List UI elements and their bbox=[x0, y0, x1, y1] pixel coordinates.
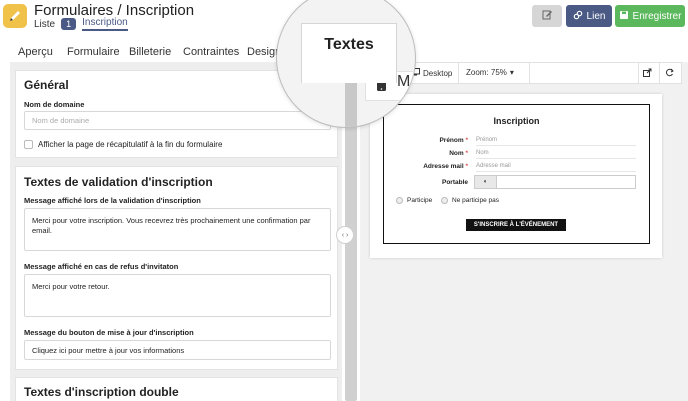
validation-heading: Textes de validation d'inscription bbox=[24, 175, 213, 189]
tab-apercu[interactable]: Aperçu bbox=[18, 46, 53, 58]
msg2-textarea[interactable]: Merci pour votre retour. bbox=[24, 274, 331, 317]
general-heading: Général bbox=[24, 78, 69, 92]
domain-label: Nom de domaine bbox=[24, 100, 85, 109]
lastname-input[interactable]: Nom bbox=[476, 150, 636, 159]
msg1-textarea[interactable]: Merci pour votre inscription. Vous recev… bbox=[24, 208, 331, 251]
recap-label: Afficher la page de récapitulatif à la f… bbox=[38, 140, 223, 149]
double-heading: Textes d'inscription double bbox=[24, 385, 179, 399]
lastname-label: Nom * bbox=[449, 150, 468, 157]
double-card: Textes d'inscription double bbox=[15, 377, 338, 401]
radio-ne-participe-pas-label: Ne participe pas bbox=[452, 197, 499, 204]
refresh-icon[interactable] bbox=[665, 68, 674, 77]
phone-input[interactable]: ◐ bbox=[474, 175, 636, 189]
msg3-input[interactable]: Cliquez ici pour mettre à jour vos infor… bbox=[24, 340, 331, 360]
toolbar-divider bbox=[529, 63, 530, 83]
toolbar-divider bbox=[659, 63, 660, 83]
link-icon bbox=[573, 10, 583, 23]
link-button[interactable]: Lien bbox=[566, 5, 612, 27]
form-title: Inscription bbox=[493, 116, 540, 126]
domain-input[interactable]: Nom de domaine bbox=[24, 111, 331, 130]
firstname-label: Prénom * bbox=[439, 137, 468, 144]
caret-down-icon: ▾ bbox=[509, 68, 514, 77]
zoom-dropdown[interactable]: Zoom: 75% ▾ bbox=[466, 68, 514, 77]
msg3-label: Message du bouton de mise à jour d'inscr… bbox=[24, 328, 194, 337]
form-preview: Inscription Prénom * Prénom Nom * Nom Ad… bbox=[370, 94, 662, 258]
floppy-icon bbox=[619, 10, 629, 23]
preview-toolbar: Desktop Zoom: 75% ▾ bbox=[370, 62, 682, 84]
toolbar-divider bbox=[638, 63, 639, 83]
edit-button[interactable] bbox=[532, 5, 562, 27]
desktop-label: Desktop bbox=[423, 68, 453, 78]
msg2-label: Message affiché en cas de refus d'invita… bbox=[24, 262, 179, 271]
email-label: Adresse mail * bbox=[423, 163, 468, 170]
flag-icon[interactable]: ◐ bbox=[475, 176, 497, 188]
phone-label: Portable bbox=[441, 179, 468, 186]
radio-participe-label: Participe bbox=[407, 197, 433, 204]
tab-formulaire[interactable]: Formulaire bbox=[67, 46, 120, 58]
save-button[interactable]: Enregistrer bbox=[615, 5, 685, 27]
toolbar-divider bbox=[458, 63, 459, 83]
share-icon[interactable] bbox=[643, 68, 652, 77]
email-input[interactable]: Adresse mail bbox=[476, 163, 636, 172]
magnified-text-fragment: M bbox=[397, 73, 411, 90]
save-label: Enregistrer bbox=[632, 10, 682, 22]
resize-handle-icon[interactable]: ‹ › bbox=[336, 226, 354, 244]
pencil-icon bbox=[3, 4, 27, 28]
validation-card: Textes de validation d'inscription Messa… bbox=[15, 166, 338, 370]
link-label: Lien bbox=[586, 10, 606, 22]
edit-icon bbox=[542, 9, 553, 23]
tab-contraintes[interactable]: Contraintes bbox=[183, 46, 239, 58]
zoom-label: Zoom: 75% bbox=[466, 68, 507, 77]
breadcrumb-liste[interactable]: Liste bbox=[34, 19, 55, 30]
submit-button[interactable]: S'INSCRIRE À L'ÉVÉNEMENT bbox=[466, 219, 566, 231]
breadcrumb-current[interactable]: Inscription bbox=[82, 17, 128, 31]
tab-textes-label[interactable]: Textes bbox=[301, 36, 397, 54]
breadcrumb: Liste 1 Inscription bbox=[34, 17, 128, 31]
count-badge: 1 bbox=[61, 18, 77, 30]
recap-checkbox[interactable] bbox=[24, 140, 33, 149]
form-frame: Inscription Prénom * Prénom Nom * Nom Ad… bbox=[383, 104, 650, 244]
radio-participe[interactable] bbox=[396, 197, 403, 204]
firstname-input[interactable]: Prénom bbox=[476, 137, 636, 146]
tab-billeterie[interactable]: Billeterie bbox=[129, 46, 171, 58]
msg1-label: Message affiché lors de la validation d'… bbox=[24, 196, 201, 205]
radio-ne-participe-pas[interactable] bbox=[441, 197, 448, 204]
desktop-toggle[interactable]: Desktop bbox=[411, 68, 452, 78]
